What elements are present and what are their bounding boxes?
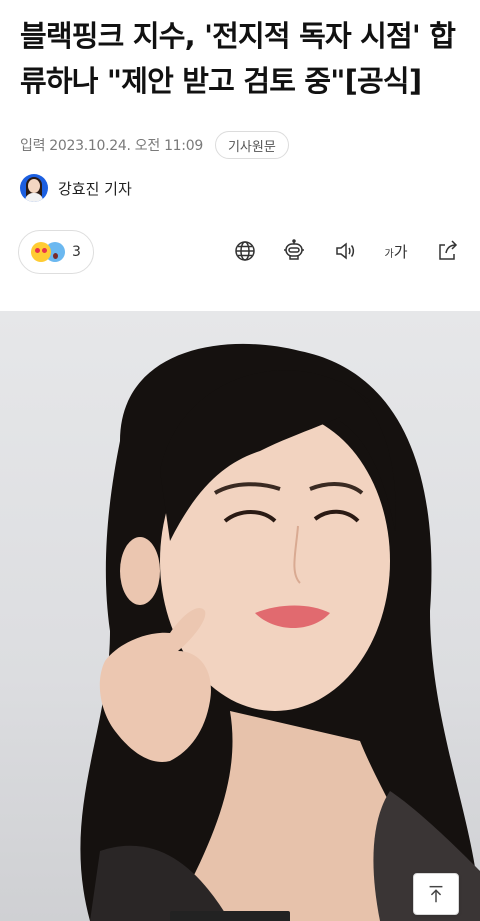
reporter-avatar	[20, 174, 48, 202]
share-icon[interactable]	[434, 238, 460, 264]
speaker-icon[interactable]	[332, 238, 358, 264]
article-date: 입력 2023.10.24. 오전 11:09	[20, 138, 203, 154]
reaction-count: 3	[72, 244, 81, 260]
article-photo	[0, 311, 480, 921]
reaction-button[interactable]: 3	[18, 230, 94, 274]
article-toolbar: 3 가가	[0, 228, 480, 276]
photo-watermark	[170, 911, 290, 921]
heart-eyes-emoji-icon	[31, 242, 51, 262]
robot-summary-icon[interactable]	[281, 238, 307, 264]
photo-illustration	[80, 343, 480, 921]
original-article-button[interactable]: 기사원문	[214, 131, 289, 159]
globe-icon[interactable]	[232, 238, 258, 264]
reporter-info[interactable]: 강효진 기자	[20, 172, 132, 204]
article-meta: 입력 2023.10.24. 오전 11:09 기사원문	[20, 130, 289, 160]
font-size-icon[interactable]: 가가	[383, 238, 409, 264]
reporter-name[interactable]: 강효진 기자	[58, 178, 132, 199]
article-headline: 블랙핑크 지수, '전지적 독자 시점' 합류하나 "제안 받고 검토 중"[공…	[20, 19, 456, 98]
scroll-to-top-button[interactable]	[413, 873, 459, 915]
arrow-up-icon	[429, 885, 443, 903]
font-size-large-label: 가	[393, 242, 408, 261]
font-size-small-label: 가	[384, 248, 394, 260]
